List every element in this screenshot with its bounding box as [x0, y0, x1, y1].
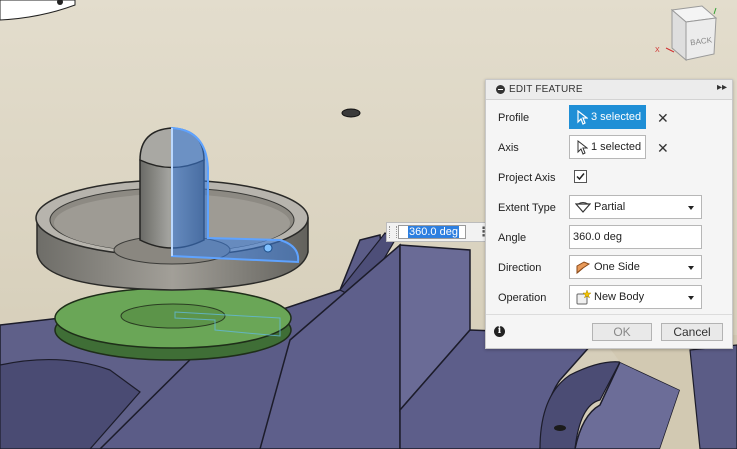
chevron-down-icon [688, 266, 694, 270]
drag-grip-icon[interactable] [389, 226, 397, 238]
partial-extent-icon [575, 202, 591, 213]
cursor-arrow-icon [577, 140, 588, 155]
inline-angle-value: 360.0 deg [408, 226, 459, 238]
direction-dropdown[interactable]: One Side [569, 255, 702, 279]
extent-type-dropdown[interactable]: Partial [569, 195, 702, 219]
expand-icon[interactable]: ▸▸ [717, 82, 727, 93]
svg-text:X: X [655, 47, 660, 54]
extent-type-label: Extent Type [498, 202, 556, 214]
chevron-down-icon [688, 296, 694, 300]
inline-angle-input[interactable]: 360.0 deg ⋮ [386, 222, 490, 242]
green-disk[interactable] [54, 287, 292, 361]
cancel-button[interactable]: Cancel [661, 323, 723, 341]
profile-selection-text: 3 selected [591, 111, 642, 123]
angle-label: Angle [498, 232, 527, 244]
operation-dropdown[interactable]: New Body [569, 285, 702, 309]
one-side-direction-icon [576, 261, 591, 275]
profile-clear-icon[interactable]: ✕ [657, 111, 669, 125]
axis-clear-icon[interactable]: ✕ [657, 141, 669, 155]
dialog-title: EDIT FEATURE [509, 84, 583, 95]
direction-label: Direction [498, 262, 542, 274]
operation-label: Operation [498, 292, 547, 304]
project-axis-checkbox[interactable] [574, 170, 587, 183]
chevron-down-icon [688, 206, 694, 210]
direction-value: One Side [594, 261, 640, 273]
info-icon[interactable]: i [494, 326, 505, 337]
extent-type-value: Partial [594, 201, 626, 213]
edit-feature-dialog: EDIT FEATURE ▸▸ Profile 3 selected ✕ Axi… [485, 79, 733, 349]
inline-angle-field[interactable]: 360.0 deg [398, 225, 466, 239]
axis-label: Axis [498, 142, 519, 154]
axis-selection-text: 1 selected [591, 141, 642, 153]
ok-button[interactable]: OK [592, 323, 652, 341]
checkmark-icon [576, 173, 585, 181]
profile-select-button[interactable]: 3 selected [569, 105, 646, 129]
dialog-header[interactable]: EDIT FEATURE ▸▸ [486, 80, 732, 100]
axis-select-button[interactable]: 1 selected [569, 135, 646, 159]
new-body-icon [576, 290, 591, 305]
project-axis-label: Project Axis [498, 172, 556, 184]
angle-input[interactable] [569, 225, 702, 249]
dialog-footer: i OK Cancel [486, 314, 732, 349]
cursor-arrow-icon [577, 110, 588, 125]
collapse-icon[interactable] [496, 85, 505, 94]
operation-value: New Body [594, 291, 645, 303]
profile-label: Profile [498, 112, 530, 124]
